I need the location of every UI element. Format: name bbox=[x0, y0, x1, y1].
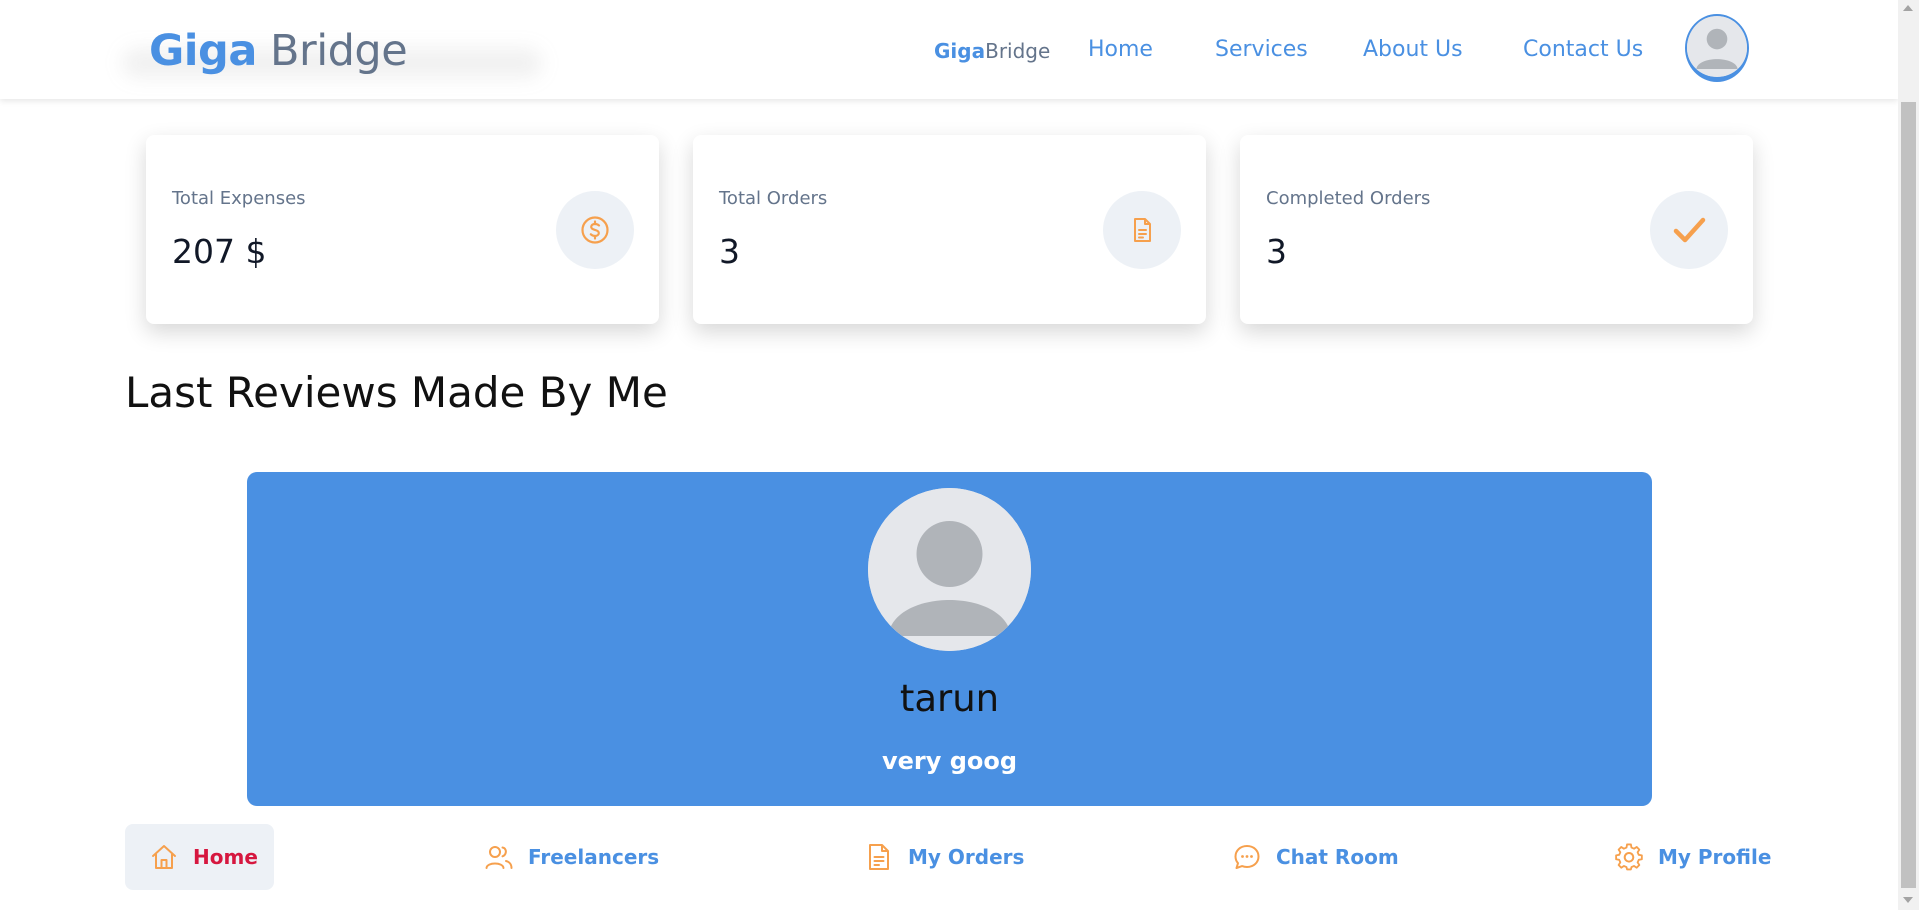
bottom-nav-freelancers[interactable]: Freelancers bbox=[460, 824, 683, 890]
user-avatar-icon bbox=[868, 488, 1031, 651]
stat-label: Total Orders bbox=[719, 188, 828, 209]
bottom-nav-home[interactable]: Home bbox=[125, 824, 274, 890]
scroll-up-arrow-icon[interactable] bbox=[1903, 5, 1913, 11]
scroll-down-arrow-icon[interactable] bbox=[1903, 897, 1913, 903]
bottom-nav-my-orders[interactable]: My Orders bbox=[840, 824, 1048, 890]
mini-logo-part-bridge: Bridge bbox=[985, 39, 1051, 63]
nav-link-home[interactable]: Home bbox=[1088, 36, 1153, 64]
stat-card-total-expenses: Total Expenses 207 $ bbox=[146, 135, 659, 324]
document-icon bbox=[1134, 218, 1151, 242]
site-logo[interactable]: Giga Bridge bbox=[149, 24, 408, 78]
dollar-circle-icon bbox=[581, 216, 609, 244]
page: Giga Bridge GigaBridge Home Services Abo… bbox=[0, 0, 1919, 910]
stat-label: Completed Orders bbox=[1266, 188, 1431, 209]
bottom-nav-label: My Orders bbox=[908, 845, 1025, 869]
nav-link-contact-us[interactable]: Contact Us bbox=[1523, 36, 1643, 64]
nav-link-services[interactable]: Services bbox=[1215, 36, 1308, 64]
logo-part-bridge: Bridge bbox=[270, 26, 408, 76]
review-card: tarun very goog bbox=[247, 472, 1652, 806]
checkmark-icon bbox=[1673, 217, 1706, 243]
bottom-nav-chat-room[interactable]: Chat Room bbox=[1208, 824, 1423, 890]
users-icon bbox=[485, 846, 513, 869]
profile-avatar-button[interactable] bbox=[1685, 14, 1749, 82]
bottom-nav-label: Freelancers bbox=[528, 845, 660, 869]
review-text: very goog bbox=[881, 747, 1018, 775]
nav-mini-logo[interactable]: GigaBridge bbox=[934, 38, 1050, 64]
gear-icon bbox=[1615, 843, 1643, 871]
stat-icon-wrap bbox=[1650, 191, 1728, 269]
top-header: Giga Bridge GigaBridge Home Services Abo… bbox=[0, 0, 1898, 99]
stat-icon-wrap bbox=[556, 191, 634, 269]
scroll-thumb[interactable] bbox=[1901, 102, 1916, 888]
document-icon bbox=[869, 844, 889, 870]
stat-card-total-orders: Total Orders 3 bbox=[693, 135, 1206, 324]
stat-icon-wrap bbox=[1103, 191, 1181, 269]
vertical-scrollbar[interactable] bbox=[1898, 0, 1919, 910]
bottom-nav-label: Chat Room bbox=[1276, 845, 1399, 869]
bottom-nav-label: My Profile bbox=[1658, 845, 1772, 869]
bottom-nav-label: Home bbox=[193, 845, 258, 869]
stat-value: 207 $ bbox=[172, 232, 267, 271]
chat-icon bbox=[1234, 845, 1260, 869]
reviewer-name: tarun bbox=[899, 677, 1000, 720]
bottom-nav-my-profile[interactable]: My Profile bbox=[1590, 824, 1795, 890]
stat-card-completed-orders: Completed Orders 3 bbox=[1240, 135, 1753, 324]
reviews-section-title: Last Reviews Made By Me bbox=[125, 368, 668, 417]
logo-part-giga: Giga bbox=[149, 26, 257, 76]
stat-value: 3 bbox=[719, 232, 740, 271]
reviewer-avatar bbox=[868, 488, 1031, 651]
home-icon bbox=[152, 845, 176, 869]
bottom-navigation: Home Freelancers My Orders Chat Room My … bbox=[0, 820, 1898, 900]
mini-logo-part-giga: Giga bbox=[934, 39, 986, 63]
nav-link-about-us[interactable]: About Us bbox=[1363, 36, 1463, 64]
user-avatar-icon bbox=[1687, 16, 1747, 77]
stat-value: 3 bbox=[1266, 232, 1287, 271]
stat-label: Total Expenses bbox=[172, 188, 306, 209]
